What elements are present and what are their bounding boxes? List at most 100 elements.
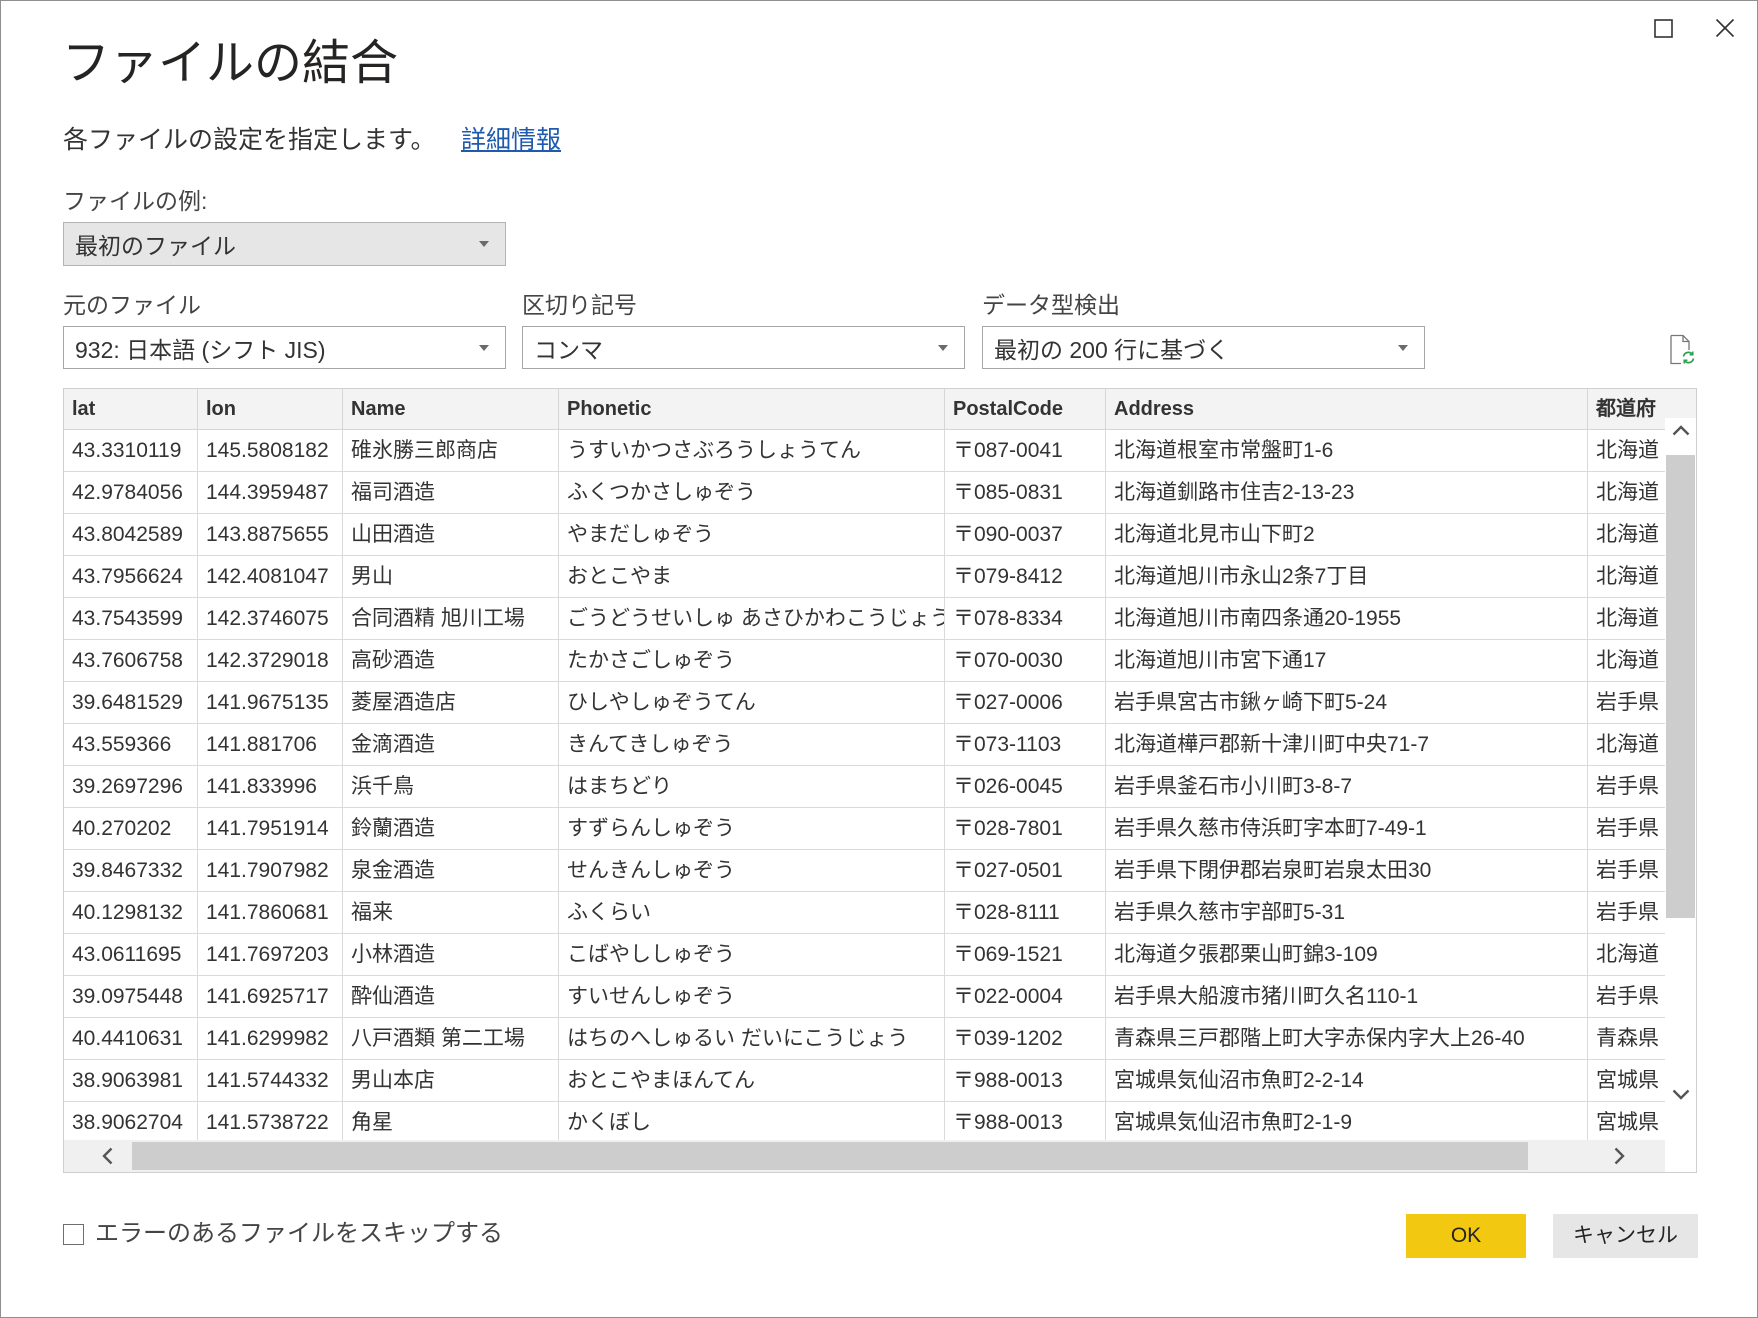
table-cell-address: 岩手県下閉伊郡岩泉町岩泉太田30 — [1106, 850, 1588, 892]
vertical-scrollbar[interactable] — [1665, 418, 1696, 1140]
horizontal-scrollbar-thumb[interactable] — [132, 1142, 1528, 1170]
table-cell-postal-code: 〒988-0013 — [945, 1060, 1106, 1102]
table-cell-phonetic: ふくらい — [559, 892, 945, 934]
table-cell-phonetic: すずらんしゅぞう — [559, 808, 945, 850]
table-cell-phonetic: ごうどうせいしゅ あさひかわこうじょう — [559, 598, 945, 640]
horizontal-scrollbar[interactable] — [64, 1140, 1665, 1172]
table-cell-address: 青森県三戸郡階上町大字赤保内字大上26-40 — [1106, 1018, 1588, 1060]
table-cell-postal-code: 〒070-0030 — [945, 640, 1106, 682]
table-cell-address: 北海道旭川市永山2条7丁目 — [1106, 556, 1588, 598]
table-cell-address: 北海道北見市山下町2 — [1106, 514, 1588, 556]
scroll-up-button[interactable] — [1665, 418, 1696, 442]
table-cell-name: 男山本店 — [343, 1060, 559, 1102]
ok-button[interactable]: OK — [1406, 1214, 1526, 1258]
table-cell-postal-code: 〒090-0037 — [945, 514, 1106, 556]
skip-errors-checkbox[interactable] — [63, 1223, 84, 1245]
table-cell-name: 金滴酒造 — [343, 724, 559, 766]
table-cell-postal-code: 〒039-1202 — [945, 1018, 1106, 1060]
table-cell-lon: 141.5738722 — [198, 1102, 343, 1144]
table-cell-name: 合同酒精 旭川工場 — [343, 598, 559, 640]
delimiter-label: 区切り記号 — [522, 292, 637, 318]
table-cell-name: 浜千鳥 — [343, 766, 559, 808]
table-cell-postal-code: 〒079-8412 — [945, 556, 1106, 598]
table-cell-lat: 39.8467332 — [64, 850, 198, 892]
table-cell-address: 宮城県気仙沼市魚町2-1-9 — [1106, 1102, 1588, 1144]
table-cell-name: 角星 — [343, 1102, 559, 1144]
skip-errors-label: エラーのあるファイルをスキップする — [95, 1220, 503, 1247]
table-cell-phonetic: せんきんしゅぞう — [559, 850, 945, 892]
table-cell-lat: 39.6481529 — [64, 682, 198, 724]
scroll-left-button[interactable] — [92, 1140, 122, 1172]
table-cell-lat: 43.7543599 — [64, 598, 198, 640]
table-cell-lon: 142.3746075 — [198, 598, 343, 640]
chevron-down-icon — [1397, 344, 1409, 352]
table-cell-phonetic: ひしやしゅぞうてん — [559, 682, 945, 724]
delimiter-dropdown[interactable]: コンマ — [522, 326, 965, 369]
table-cell-lon: 141.881706 — [198, 724, 343, 766]
column-header-lat: lat — [64, 389, 198, 430]
maximize-icon — [1653, 18, 1673, 38]
example-file-dropdown[interactable]: 最初のファイル — [63, 222, 506, 266]
chevron-down-icon — [478, 344, 490, 352]
table-row: 43.7543599 142.3746075 合同酒精 旭川工場 ごうどうせいしゅ あ… — [64, 598, 1696, 640]
table-cell-postal-code: 〒027-0006 — [945, 682, 1106, 724]
table-cell-address: 北海道夕張郡栗山町錦3-109 — [1106, 934, 1588, 976]
data-type-detection-dropdown[interactable]: 最初の 200 行に基づく — [982, 326, 1425, 369]
table-cell-lat: 38.9063981 — [64, 1060, 198, 1102]
chevron-left-icon — [101, 1147, 112, 1165]
chevron-up-icon — [1672, 424, 1689, 435]
scroll-down-button[interactable] — [1665, 1082, 1696, 1106]
table-cell-postal-code: 〒087-0041 — [945, 430, 1106, 472]
table-cell-name: 福来 — [343, 892, 559, 934]
dialog-title: ファイルの結合 — [62, 37, 399, 90]
refresh-preview-button[interactable] — [1663, 329, 1699, 369]
table-cell-postal-code: 〒078-8334 — [945, 598, 1106, 640]
skip-errors-option[interactable]: エラーのあるファイルをスキップする — [63, 1217, 503, 1251]
table-cell-postal-code: 〒022-0004 — [945, 976, 1106, 1018]
chevron-down-icon — [937, 344, 949, 352]
table-body: 43.3310119 145.5808182 碓氷勝三郎商店 うすいかつさぶろうしょう… — [64, 430, 1696, 1144]
table-cell-lat: 43.0611695 — [64, 934, 198, 976]
table-header-row: lat lon Name Phonetic PostalCode Address 都道府 — [64, 389, 1696, 430]
table-cell-lon: 142.4081047 — [198, 556, 343, 598]
scroll-right-button[interactable] — [1604, 1140, 1634, 1172]
table-cell-address: 北海道釧路市住吉2-13-23 — [1106, 472, 1588, 514]
table-cell-name: 八戸酒類 第二工場 — [343, 1018, 559, 1060]
table-cell-lon: 145.5808182 — [198, 430, 343, 472]
vertical-scrollbar-thumb[interactable] — [1666, 455, 1695, 918]
preview-table: lat lon Name Phonetic PostalCode Address 都道府 4… — [63, 388, 1697, 1173]
table-cell-phonetic: おとこやま — [559, 556, 945, 598]
maximize-button[interactable] — [1641, 6, 1685, 50]
close-button[interactable] — [1703, 6, 1747, 50]
cancel-button[interactable]: キャンセル — [1553, 1214, 1698, 1258]
dialog-description: 各ファイルの設定を指定します。 — [63, 126, 436, 154]
combine-files-dialog: ファイルの結合 各ファイルの設定を指定します。 詳細情報 ファイルの例: 最初の… — [0, 0, 1758, 1318]
table-cell-lon: 143.8875655 — [198, 514, 343, 556]
table-cell-phonetic: たかさごしゅぞう — [559, 640, 945, 682]
table-row: 38.9062704 141.5738722 角星 かくぼし 〒988-0013 宮城県気… — [64, 1102, 1696, 1144]
table-cell-lat: 39.0975448 — [64, 976, 198, 1018]
example-file-value: 最初のファイル — [75, 233, 236, 259]
table-cell-name: 酔仙酒造 — [343, 976, 559, 1018]
table-cell-lon: 144.3959487 — [198, 472, 343, 514]
table-row: 39.6481529 141.9675135 菱屋酒造店 ひしやしゅぞうてん 〒027-… — [64, 682, 1696, 724]
table-cell-lat: 43.559366 — [64, 724, 198, 766]
table-row: 39.8467332 141.7907982 泉金酒造 せんきんしゅぞう 〒027-05… — [64, 850, 1696, 892]
table-row: 43.8042589 143.8875655 山田酒造 やまだしゅぞう 〒090-003… — [64, 514, 1696, 556]
learn-more-link[interactable]: 詳細情報 — [461, 124, 561, 156]
column-header-postal-code: PostalCode — [945, 389, 1106, 430]
table-cell-postal-code: 〒988-0013 — [945, 1102, 1106, 1144]
file-origin-dropdown[interactable]: 932: 日本語 (シフト JIS) — [63, 326, 506, 369]
table-cell-phonetic: おとこやまほんてん — [559, 1060, 945, 1102]
table-cell-postal-code: 〒028-7801 — [945, 808, 1106, 850]
table-cell-postal-code: 〒028-8111 — [945, 892, 1106, 934]
table-cell-phonetic: こばやししゅぞう — [559, 934, 945, 976]
scrollbar-corner — [1665, 1140, 1696, 1172]
table-cell-lon: 142.3729018 — [198, 640, 343, 682]
table-cell-lon: 141.7860681 — [198, 892, 343, 934]
chevron-down-icon — [478, 240, 490, 248]
table-row: 42.9784056 144.3959487 福司酒造 ふくつかさしゅぞう 〒085-0… — [64, 472, 1696, 514]
table-cell-lon: 141.7697203 — [198, 934, 343, 976]
table-cell-lon: 141.6299982 — [198, 1018, 343, 1060]
column-header-lon: lon — [198, 389, 343, 430]
